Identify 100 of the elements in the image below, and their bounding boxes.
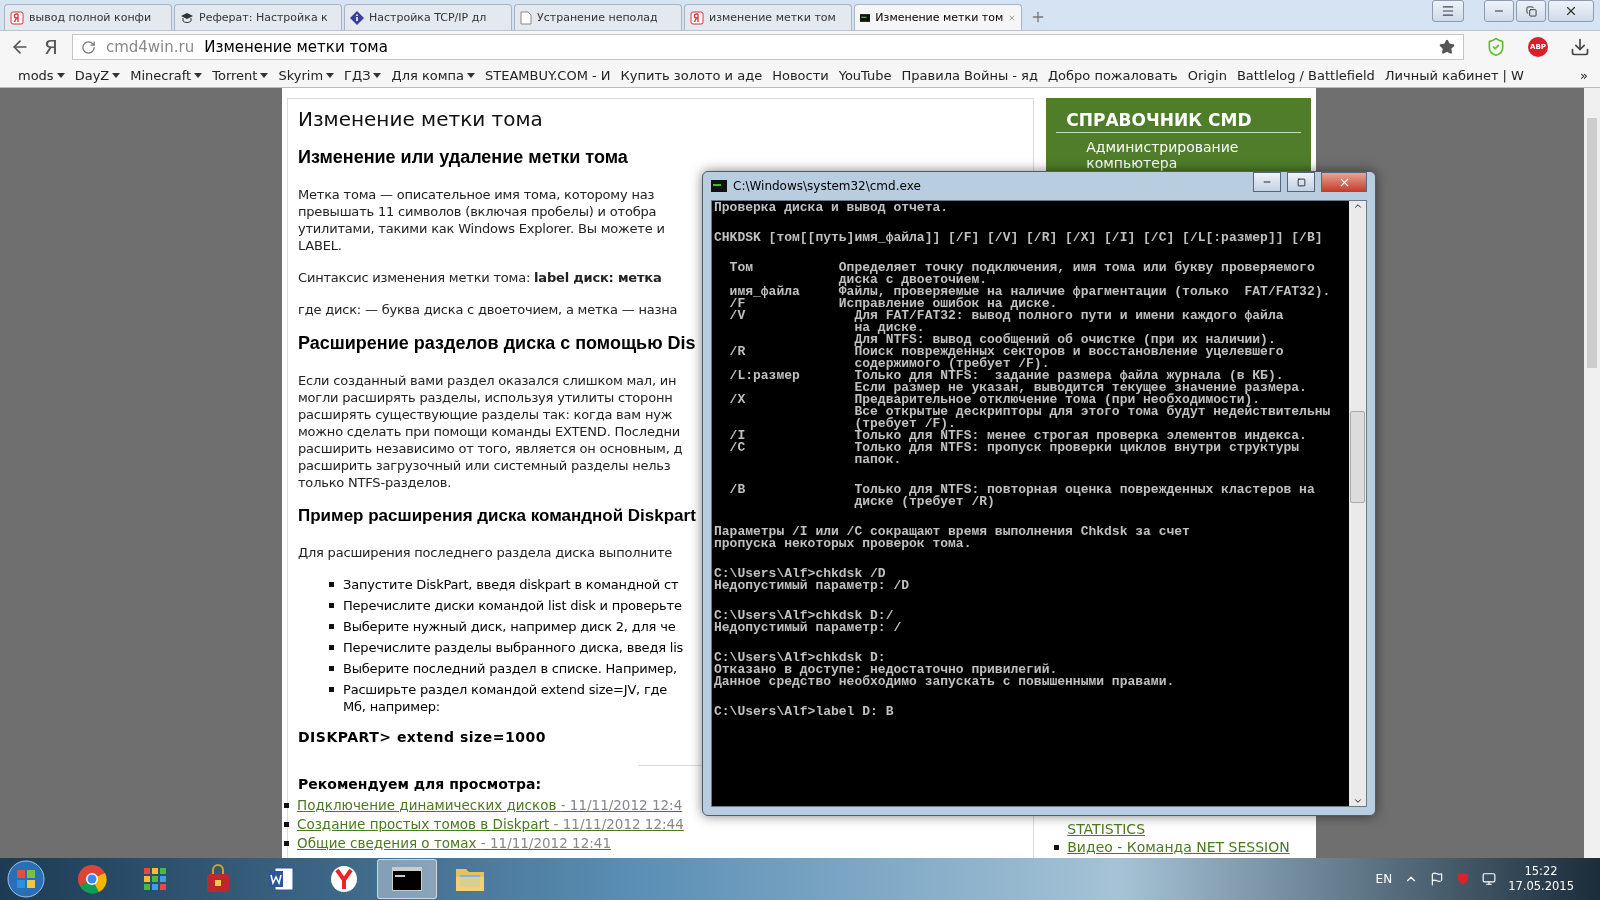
chrome-icon xyxy=(77,864,107,894)
console-line: диска с двоеточием. xyxy=(837,274,988,286)
minimize-button[interactable] xyxy=(1484,0,1514,22)
console-line: /R Поиск поврежденных секторов и восстановление уцелевшего xyxy=(728,346,1285,358)
scroll-down-icon[interactable] xyxy=(1352,796,1363,806)
console-line: Параметры /I или /C сокращают время выполнения Chkdsk за счет xyxy=(714,526,1191,538)
restore-icon xyxy=(1525,5,1537,17)
minimize-button[interactable] xyxy=(1253,172,1281,192)
console-line: имя_файла Файлы, проверяемые на наличие фрагментации (только FAT/FAT32). xyxy=(728,286,1332,298)
console-line: содержимого (требует /F). xyxy=(853,358,1050,370)
browser-tab[interactable]: изменение метки том xyxy=(684,4,852,30)
network-icon[interactable] xyxy=(1482,872,1497,886)
list-item-text: Выберите нужный диск, например диск 2, для че xyxy=(343,618,676,635)
paragraph: Для расширения последнего раздела диска выполните xyxy=(298,544,673,561)
console-icon xyxy=(392,867,422,891)
clock[interactable]: 15:22 17.05.2015 xyxy=(1508,864,1574,894)
flag-icon[interactable] xyxy=(1430,872,1445,886)
section-heading: Изменение или удаление метки тома xyxy=(298,147,628,168)
scroll-up-icon[interactable] xyxy=(1352,201,1363,211)
sidebar-link[interactable]: Видео - Команда NET SESSION xyxy=(1067,838,1290,856)
section-heading: Расширение разделов диска с помощью Dis xyxy=(298,333,696,354)
list-item-text: Перечислите разделы выбранного диска, введя lis xyxy=(343,639,684,656)
yandex-favicon-icon xyxy=(10,10,24,25)
console-line: Для NTFS: вывод сообщений об очистке (при их наличии). xyxy=(853,334,1277,346)
console-line: Данное средство необходимо запускать с повышенными правами. xyxy=(714,676,1176,688)
close-button[interactable] xyxy=(1321,172,1367,192)
caret-icon xyxy=(112,72,121,78)
bullet-icon xyxy=(329,645,334,650)
reload-icon[interactable] xyxy=(80,39,96,55)
sidebar-link[interactable]: Администрирование компьютера xyxy=(1056,133,1257,171)
caret-icon xyxy=(260,72,269,78)
console-line: Недопустимый параметр: / xyxy=(714,622,903,634)
page-title: Изменение метки тома xyxy=(298,107,543,131)
bookmark[interactable]: YouTube xyxy=(838,67,892,83)
bullet-icon xyxy=(1054,844,1060,850)
browser-tab[interactable]: Настройка TCP/IP дл xyxy=(344,4,512,30)
sidebar-link[interactable]: STATISTICS xyxy=(1067,820,1146,838)
browser-tab[interactable]: вывод полной конфи xyxy=(4,4,172,30)
bookmark[interactable]: Skyrim xyxy=(278,67,335,83)
paragraph: где диск: — буква диска с двоеточием, а метка — назна xyxy=(298,301,678,318)
menu-button[interactable] xyxy=(1432,0,1464,22)
maximize-icon xyxy=(1296,177,1306,187)
app-grid-icon xyxy=(143,867,167,891)
console-line: (требует /F). xyxy=(853,418,956,430)
bookmark[interactable]: Добро пожаловать xyxy=(1047,67,1178,83)
bookmark[interactable]: Origin xyxy=(1187,67,1227,83)
maximize-button[interactable] xyxy=(1287,172,1315,192)
bullet-icon xyxy=(329,666,334,671)
list-item-text: Выберите последний раздел в списке. Например, xyxy=(343,660,677,677)
bookmark[interactable]: Купить золото и аде xyxy=(620,67,763,83)
star-icon[interactable] xyxy=(1439,39,1455,55)
address-bar[interactable]: cmd4win.ru Изменение метки тома xyxy=(71,34,1464,60)
scrollbar[interactable] xyxy=(1349,201,1366,806)
list-item-text: Запустите DiskPart, введя diskpart в командной ст xyxy=(343,576,679,593)
console-line: Том Определяет точку подключения, имя тома или букву проверяемого xyxy=(728,262,1316,274)
start-button[interactable] xyxy=(6,859,46,899)
bookmark[interactable]: ГДЗ xyxy=(344,67,382,83)
bookmark[interactable]: STEAMBUY.COM - И xyxy=(485,67,611,83)
scrollbar-thumb[interactable] xyxy=(1350,411,1365,503)
more-bookmarks-button[interactable]: » xyxy=(1580,67,1588,83)
caret-icon xyxy=(194,72,203,78)
console-line: Отказано в доступе: недостаточно привилегий. xyxy=(714,664,1059,676)
restore-button[interactable] xyxy=(1516,0,1546,22)
download-icon[interactable] xyxy=(1570,37,1590,57)
article-link[interactable]: Создание простых томов в Diskpart - 11/11/2012 12:44 xyxy=(297,815,684,834)
paragraph: Метка тома — описательное имя тома, которому наз превышать 11 символов (включая пробелы) и отобра утилитами, такими как Windows Explorer. Вы можете и LABEL. xyxy=(298,186,665,254)
console-line: папок. xyxy=(853,454,903,466)
console-icon xyxy=(711,180,727,192)
article-link[interactable]: Подключение динамических дисков - 11/11/2012 12:4 xyxy=(297,796,683,815)
sidebar-title: СПРАВОЧНИК CMD xyxy=(1056,110,1301,133)
caret-icon xyxy=(56,72,65,78)
language-indicator[interactable]: EN xyxy=(1375,872,1393,886)
console-line: CHKDSK [том[[путь]имя_файла]] [/F] [/V] [/R] [/X] [/I] [/C] [/L[:размер]] [/B] xyxy=(714,232,1324,244)
bullet-icon xyxy=(329,624,334,629)
home-button[interactable]: Я xyxy=(38,35,64,59)
console-line: пропуска некоторых проверок тома. xyxy=(714,538,972,550)
bookmark[interactable]: Личный кабинет | W xyxy=(1384,67,1524,83)
taskbar-button[interactable] xyxy=(377,859,437,899)
browser-tab[interactable]: Устранение неполад xyxy=(514,4,682,30)
graduation-cap-icon xyxy=(180,10,194,25)
bookmark[interactable]: DayZ xyxy=(74,67,121,83)
browser-tab[interactable]: Реферат: Настройка к xyxy=(174,4,342,30)
section-heading: Пример расширения диска командной Diskpart xyxy=(298,506,696,526)
bookmark[interactable]: mods xyxy=(18,67,65,83)
scrollbar[interactable] xyxy=(1584,88,1600,858)
close-icon xyxy=(1564,4,1578,18)
console-line: /C Только для NTFS: пропуск проверки циклов внутри структуры xyxy=(728,442,1300,454)
list-item-text: Перечислите диски командой list disk и проверьте xyxy=(343,597,682,614)
bookmark[interactable]: Battlelog / Battlefield xyxy=(1236,67,1375,83)
console-line: Проверка диска и вывод отчета. xyxy=(714,202,950,214)
console-line: C:\Users\Alf>chkdsk D:/ xyxy=(714,610,894,622)
bookmark[interactable]: Для компа xyxy=(391,67,475,83)
bookmark[interactable]: Minecraft xyxy=(130,67,203,83)
browser-tab[interactable]: Изменение метки том xyxy=(854,4,1022,30)
scrollbar-thumb[interactable] xyxy=(1587,118,1597,368)
article-link[interactable]: Общие сведения о томах - 11/11/2012 12:41 xyxy=(297,834,611,853)
bookmark[interactable]: Правила Войны - яд xyxy=(901,67,1038,83)
bookmark[interactable]: Новости xyxy=(772,67,829,83)
bookmark[interactable]: Torrent xyxy=(212,67,269,83)
console-line: /I Только для NTFS: менее строгая проверка элементов индекса. xyxy=(728,430,1308,442)
